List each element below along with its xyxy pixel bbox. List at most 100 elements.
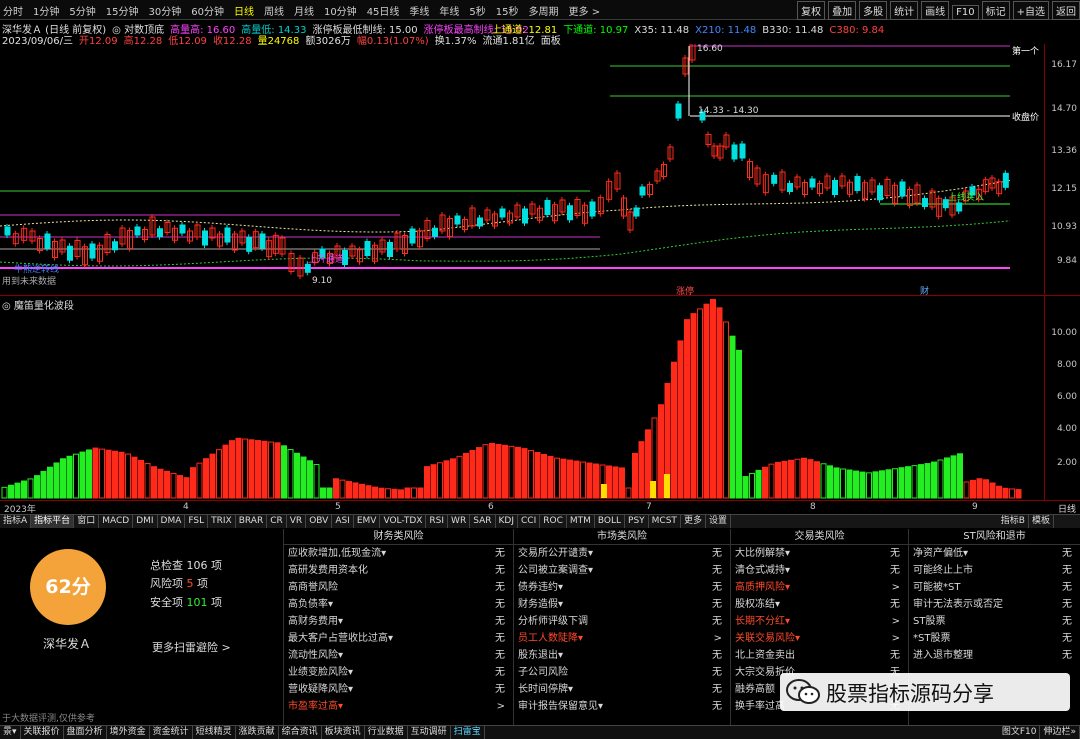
indicator-tab[interactable]: BRAR bbox=[236, 515, 268, 528]
period-tab[interactable]: 日线 bbox=[234, 3, 254, 18]
more-scan-link[interactable]: 更多扫雷避险 > bbox=[152, 639, 231, 655]
toolbar-button[interactable]: 统计 bbox=[890, 1, 919, 20]
risk-item[interactable]: 分析师评级下调 无 bbox=[514, 613, 730, 630]
indicator-tab[interactable]: MACD bbox=[99, 515, 134, 528]
period-tab[interactable]: 多周期 bbox=[529, 3, 559, 18]
period-tab[interactable]: 15秒 bbox=[496, 3, 519, 18]
risk-item[interactable]: 可能被*ST 无 bbox=[909, 579, 1080, 596]
risk-item[interactable]: 业绩变脸风险▾ 无 bbox=[284, 664, 513, 681]
risk-item[interactable]: 大比例解禁▾ 无 bbox=[731, 545, 908, 562]
indicator-tab[interactable]: 模板 bbox=[1029, 515, 1054, 528]
indicator-tab[interactable]: DMI bbox=[133, 515, 158, 528]
indicator-tab[interactable]: 指标平台 bbox=[31, 515, 75, 528]
risk-item[interactable]: 营收疑降风险▾ 无 bbox=[284, 681, 513, 698]
risk-item[interactable]: 高商誉风险 无 bbox=[284, 579, 513, 596]
indicator-tab[interactable]: RSI bbox=[426, 515, 449, 528]
period-tab[interactable]: 15分钟 bbox=[106, 3, 139, 18]
indicator-tab[interactable]: WR bbox=[448, 515, 471, 528]
bottom-tab[interactable]: 景▾ bbox=[0, 726, 21, 739]
toolbar-button[interactable]: 标记 bbox=[981, 1, 1010, 20]
toolbar-button[interactable]: 叠加 bbox=[828, 1, 857, 20]
risk-item[interactable]: 长时间停牌▾ 无 bbox=[514, 681, 730, 698]
indicator-tab[interactable]: BOLL bbox=[595, 515, 626, 528]
indicator-tab[interactable]: EMV bbox=[354, 515, 381, 528]
period-tab[interactable]: 周线 bbox=[264, 3, 284, 18]
risk-item[interactable]: 高财务费用▾ 无 bbox=[284, 613, 513, 630]
risk-item[interactable]: 市盈率过高▾ > bbox=[284, 698, 513, 715]
bottom-tab[interactable]: 板块资讯 bbox=[322, 726, 365, 739]
bottom-tab[interactable]: 行业数据 bbox=[365, 726, 408, 739]
indicator-tab[interactable]: 更多 bbox=[681, 515, 706, 528]
indicator-tab[interactable]: 指标A bbox=[0, 515, 32, 528]
period-tab[interactable]: 更多 > bbox=[569, 3, 601, 18]
indicator-tab[interactable]: VOL-TDX bbox=[380, 515, 427, 528]
indicator-tab[interactable]: PSY bbox=[625, 515, 649, 528]
indicator-tab[interactable]: KDJ bbox=[496, 515, 518, 528]
period-tab[interactable]: 10分钟 bbox=[324, 3, 357, 18]
risk-item[interactable]: ST股票 无 bbox=[909, 613, 1080, 630]
indicator-tab[interactable]: MTM bbox=[567, 515, 595, 528]
period-tab[interactable]: 30分钟 bbox=[148, 3, 181, 18]
indicator-tab[interactable]: ROC bbox=[540, 515, 567, 528]
toolbar-button[interactable]: +自选 bbox=[1012, 1, 1049, 20]
period-tab[interactable]: 1分钟 bbox=[33, 3, 59, 18]
risk-item[interactable]: 净资产偏低▾ 无 bbox=[909, 545, 1080, 562]
period-tab[interactable]: 5秒 bbox=[469, 3, 485, 18]
bottom-right-button[interactable]: 伸边栏» bbox=[1040, 726, 1080, 739]
risk-item[interactable]: 员工人数陡降▾ > bbox=[514, 630, 730, 647]
bottom-tab[interactable]: 涨跌贡献 bbox=[236, 726, 279, 739]
risk-item[interactable]: 应收款增加,低现金流▾ 无 bbox=[284, 545, 513, 562]
bottom-right-button[interactable]: 图文F10 bbox=[999, 726, 1041, 739]
indicator-tab[interactable]: FSL bbox=[185, 515, 209, 528]
bottom-tab[interactable]: 资金统计 bbox=[150, 726, 193, 739]
bottom-tab[interactable]: 互动调研 bbox=[408, 726, 451, 739]
bottom-tab[interactable]: 扫雷宝 bbox=[451, 726, 485, 739]
risk-item[interactable]: 公司被立案调查▾ 无 bbox=[514, 562, 730, 579]
bottom-tab[interactable]: 短线精灵 bbox=[193, 726, 236, 739]
bottom-tab[interactable]: 综合资讯 bbox=[279, 726, 322, 739]
indicator-chart[interactable] bbox=[0, 296, 1044, 500]
indicator-tab[interactable]: CR bbox=[267, 515, 287, 528]
risk-item[interactable]: 子公司风险 无 bbox=[514, 664, 730, 681]
toolbar-button[interactable]: 画线 bbox=[921, 1, 950, 20]
risk-item[interactable]: 财务造假▾ 无 bbox=[514, 596, 730, 613]
indicator-tab[interactable]: ASI bbox=[332, 515, 354, 528]
risk-item[interactable]: 可能终止上市 无 bbox=[909, 562, 1080, 579]
bottom-tab[interactable]: 境外资金 bbox=[107, 726, 150, 739]
risk-item[interactable]: 交易所公开谴责▾ 无 bbox=[514, 545, 730, 562]
indicator-tab[interactable]: SAR bbox=[470, 515, 496, 528]
risk-item[interactable]: 流动性风险▾ 无 bbox=[284, 647, 513, 664]
risk-item[interactable]: 股权冻结▾ 无 bbox=[731, 596, 908, 613]
risk-item[interactable]: *ST股票 无 bbox=[909, 630, 1080, 647]
bottom-tab[interactable]: 关联报价 bbox=[21, 726, 64, 739]
period-tab[interactable]: 60分钟 bbox=[191, 3, 224, 18]
period-tab[interactable]: 5分钟 bbox=[69, 3, 95, 18]
indicator-tab[interactable]: DMA bbox=[158, 515, 186, 528]
risk-item[interactable]: 进入退市整理 无 bbox=[909, 647, 1080, 664]
indicator-tab[interactable]: MCST bbox=[649, 515, 681, 528]
risk-item[interactable]: 审计无法表示或否定 无 bbox=[909, 596, 1080, 613]
risk-item[interactable]: 北上资金卖出 无 bbox=[731, 647, 908, 664]
bottom-tab[interactable]: 盘面分析 bbox=[64, 726, 107, 739]
indicator-tab[interactable]: OBV bbox=[306, 515, 333, 528]
toolbar-button[interactable]: F10 bbox=[952, 5, 979, 20]
risk-item[interactable]: 关联交易风险▾ > bbox=[731, 630, 908, 647]
risk-item[interactable]: 高质押风险▾ > bbox=[731, 579, 908, 596]
period-tab[interactable]: 分时 bbox=[3, 3, 23, 18]
risk-item[interactable]: 高负债率▾ 无 bbox=[284, 596, 513, 613]
toolbar-button[interactable]: 返回 bbox=[1052, 1, 1080, 20]
indicator-tab[interactable]: 窗口 bbox=[74, 515, 100, 528]
risk-item[interactable]: 债券违约▾ 无 bbox=[514, 579, 730, 596]
indicator-tab[interactable]: TRIX bbox=[208, 515, 236, 528]
toolbar-button[interactable]: 复权 bbox=[797, 1, 826, 20]
indicator-tab[interactable]: CCI bbox=[518, 515, 541, 528]
period-tab[interactable]: 月线 bbox=[294, 3, 314, 18]
indicator-tab[interactable]: VR bbox=[287, 515, 307, 528]
risk-item[interactable]: 股东退出▾ 无 bbox=[514, 647, 730, 664]
period-tab[interactable]: 季线 bbox=[409, 3, 429, 18]
risk-item[interactable]: 清仓式减持▾ 无 bbox=[731, 562, 908, 579]
risk-item[interactable]: 最大客户占营收比过高▾ 无 bbox=[284, 630, 513, 647]
risk-item[interactable]: 审计报告保留意见▾ 无 bbox=[514, 698, 730, 715]
risk-item[interactable]: 长期不分红▾ > bbox=[731, 613, 908, 630]
risk-item[interactable]: 高研发费用资本化 无 bbox=[284, 562, 513, 579]
